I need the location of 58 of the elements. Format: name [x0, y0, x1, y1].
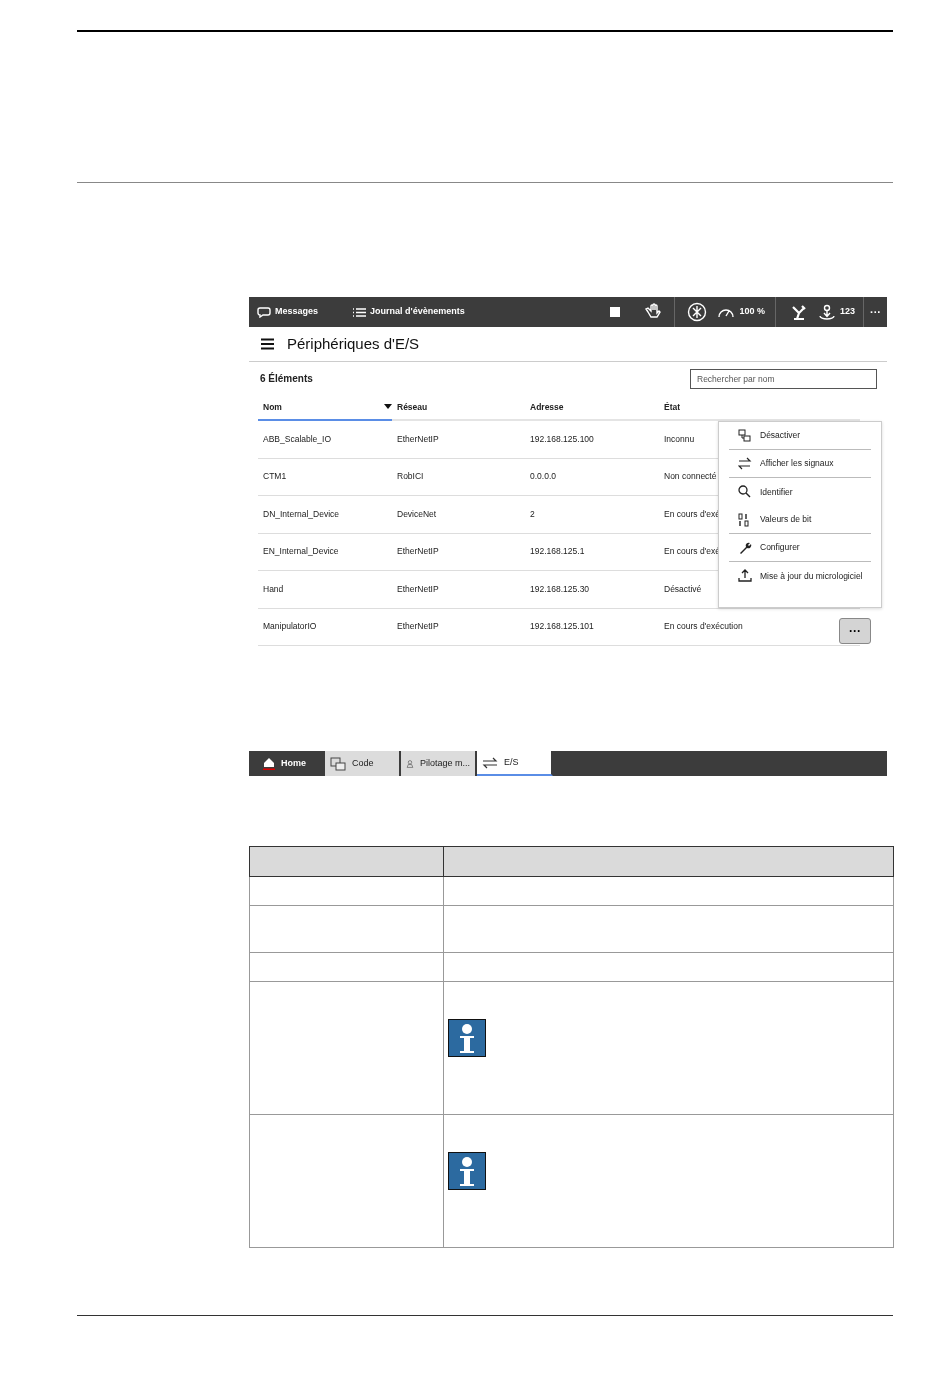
compass-icon[interactable]	[687, 302, 708, 322]
code-icon	[330, 756, 346, 771]
hand-icon[interactable]	[644, 303, 663, 321]
table-cell: 192.168.125.100	[525, 421, 659, 459]
swap-arrows-icon	[482, 756, 498, 769]
table-cell: DeviceNet	[392, 496, 525, 534]
increment-label[interactable]: 123	[839, 305, 855, 319]
wrench-icon	[738, 540, 752, 555]
bits-icon	[738, 512, 752, 527]
search-field[interactable]: Rechercher par nom	[690, 368, 877, 389]
chat-icon[interactable]	[257, 306, 271, 318]
event-log-link[interactable]: Journal d'évènements	[370, 305, 465, 319]
table-cell: EtherNetIP	[392, 608, 525, 646]
table-cell: DN_Internal_Device	[258, 496, 392, 534]
table-cell: CTM1	[258, 458, 392, 496]
column-header[interactable]: Adresse	[525, 395, 659, 421]
table-cell: ABB_Scalable_IO	[258, 421, 392, 459]
taskbar-tab[interactable]: Pilotage m...	[401, 751, 477, 776]
deactivate-icon	[738, 428, 752, 443]
page-title: Périphériques d'E/S	[287, 335, 420, 353]
table-cell: EtherNetIP	[392, 571, 525, 609]
home-icon	[263, 757, 275, 770]
jog-icon[interactable]	[817, 303, 836, 321]
column-header[interactable]: Nom	[258, 395, 392, 421]
taskbar-tab[interactable]: Code	[325, 751, 401, 776]
table-cell: EtherNetIP	[392, 421, 525, 459]
menu-icon[interactable]	[261, 338, 275, 350]
item-count: 6 Éléments	[260, 371, 313, 386]
stop-icon[interactable]	[610, 307, 621, 317]
sort-caret-icon	[384, 404, 392, 409]
list-icon[interactable]	[352, 306, 367, 318]
column-header[interactable]: Réseau	[392, 395, 525, 421]
speed-label[interactable]: 100 %	[739, 305, 765, 319]
table-cell: 192.168.125.101	[525, 608, 659, 646]
menu-item[interactable]: Désactiver	[760, 429, 801, 442]
table-cell: 192.168.125.30	[525, 571, 659, 609]
search-icon	[738, 485, 752, 499]
table-cell: 0.0.0.0	[525, 458, 659, 496]
info-icon	[448, 1152, 486, 1190]
menu-item[interactable]: Valeurs de bit	[760, 513, 812, 526]
table-cell: RobICI	[392, 458, 525, 496]
menu-item[interactable]: Configurer	[760, 541, 800, 554]
menu-item[interactable]: Identifier	[760, 485, 793, 499]
swap-arrows-icon	[738, 456, 752, 471]
table-cell: EN_Internal_Device	[258, 533, 392, 571]
table-cell: EtherNetIP	[392, 533, 525, 571]
table-cell: 192.168.125.1	[525, 533, 659, 571]
table-cell: ManipulatorIO	[258, 608, 392, 646]
more-button[interactable]: ···	[839, 617, 871, 644]
info-icon	[448, 1019, 486, 1057]
table-cell: 2	[525, 496, 659, 534]
taskbar-tab[interactable]: E/S	[477, 751, 553, 776]
menu-item[interactable]: Mise à jour du micrologiciel	[760, 569, 863, 583]
upload-icon	[738, 569, 752, 583]
menu-item[interactable]: Afficher les signaux	[760, 457, 834, 470]
more-button[interactable]: ···	[864, 303, 887, 321]
table-cell: Hand	[258, 571, 392, 609]
messages-link[interactable]: Messages	[275, 305, 319, 319]
